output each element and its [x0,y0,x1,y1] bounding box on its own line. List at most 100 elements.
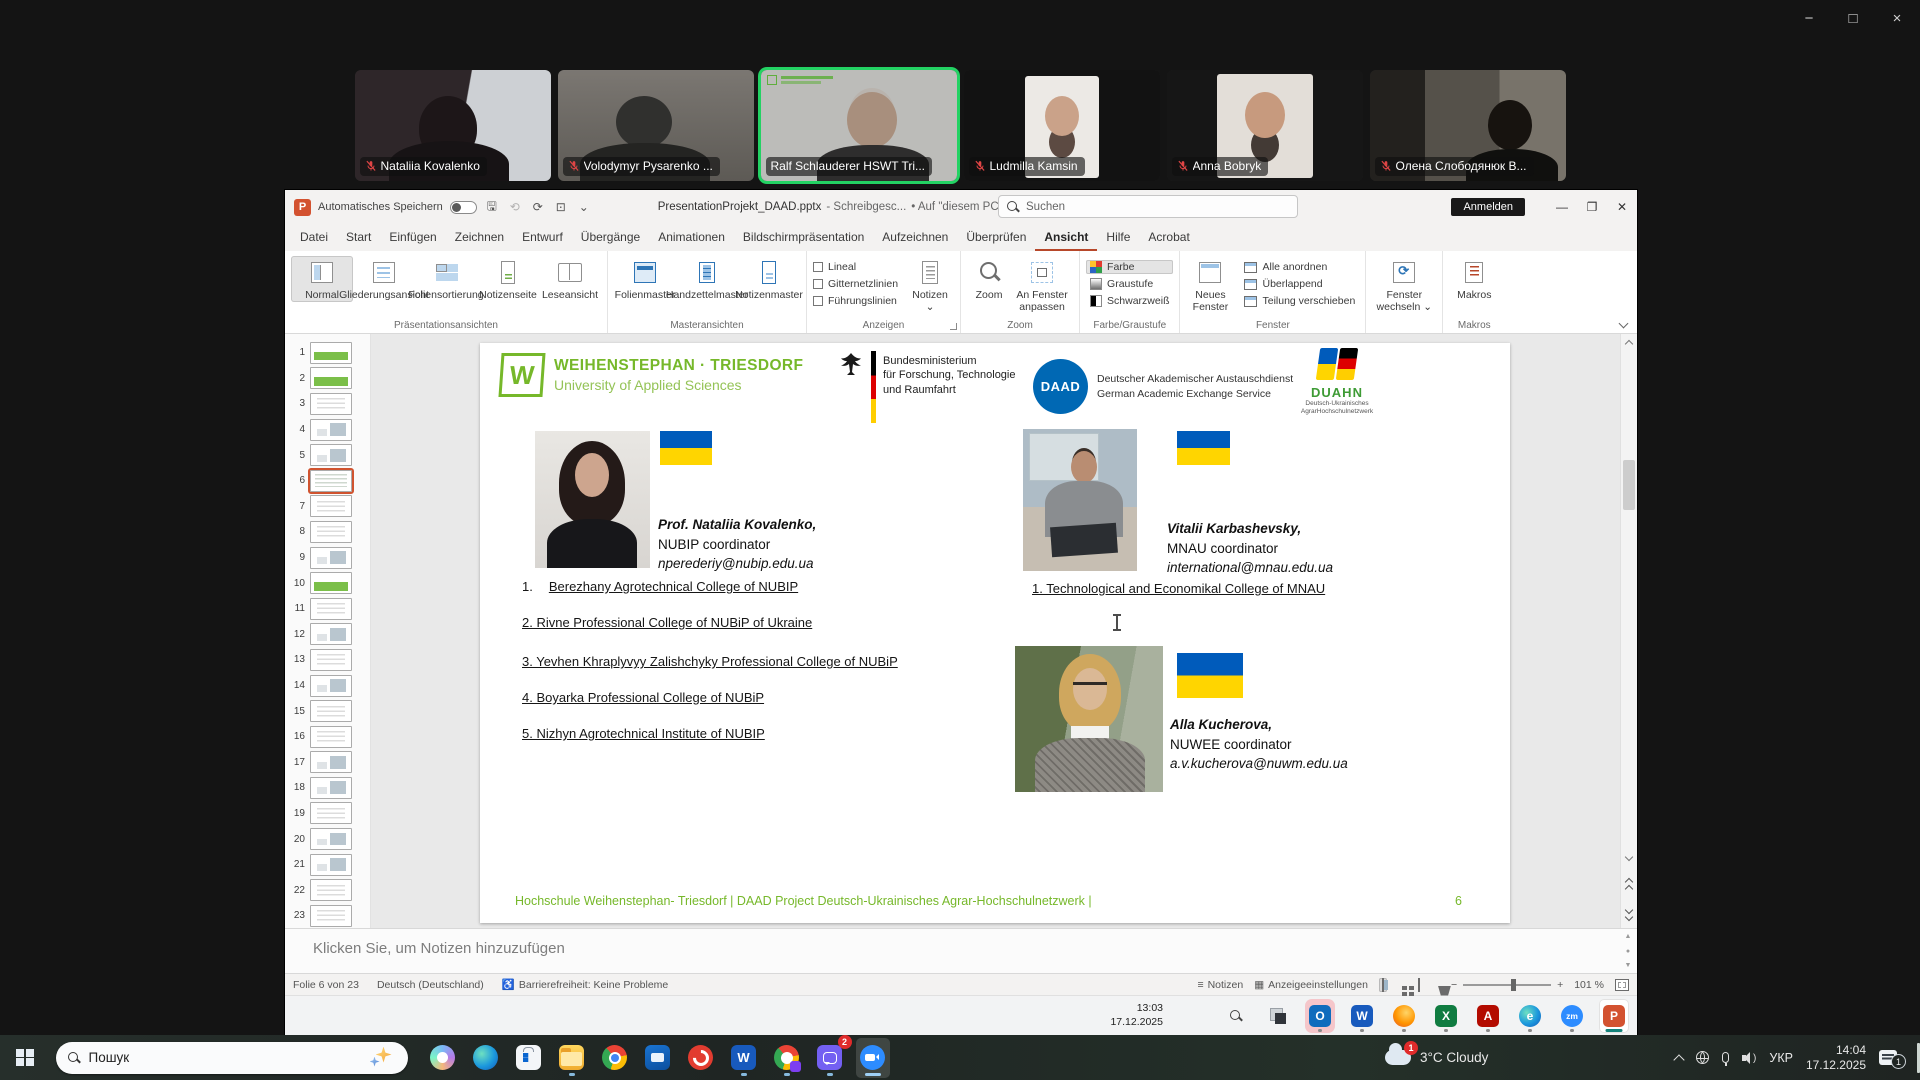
shared-taskbar-clock[interactable]: 13:03 17.12.2025 [1110,1002,1167,1029]
slide-thumbnail[interactable]: 4 [285,417,370,443]
new-window-button[interactable]: Neues Fenster [1186,256,1234,314]
previous-slide-button[interactable] [1621,872,1637,898]
ribbon-tab[interactable]: Datei [291,224,337,251]
zoom-in-icon[interactable]: + [1557,979,1563,991]
shared-taskbar-app-icon[interactable]: e [1515,999,1545,1033]
shared-taskbar-app-icon[interactable]: W [1347,999,1377,1033]
language-indicator[interactable]: УКР [1769,1051,1793,1065]
slide-thumbnail[interactable]: 16 [285,724,370,750]
coordinator-nuwee[interactable]: Alla Kucherova, NUWEE coordinator a.v.ku… [1170,715,1348,774]
ribbon-tab[interactable]: Hilfe [1097,224,1139,251]
ukraine-flag-icon[interactable] [1177,653,1243,698]
notes-button[interactable]: Notizen ⌄ [906,256,954,314]
slide-thumbnail[interactable]: 14 [285,673,370,699]
network-globe-icon[interactable] [1696,1051,1709,1064]
view-normal-button[interactable] [1379,978,1387,992]
shared-taskbar-app-icon[interactable]: O [1305,999,1335,1033]
slide-thumbnail[interactable]: 3 [285,391,370,417]
color-mode-button[interactable]: Schwarzweiß [1086,294,1173,308]
ribbon-tab[interactable]: Überprüfen [957,224,1035,251]
notes-placeholder[interactable]: Klicken Sie, um Notizen hinzuzufügen [313,940,565,957]
photo-vitalii-karbashevsky[interactable] [1023,429,1137,571]
close-icon[interactable]: × [1886,10,1908,27]
slide-thumbnail[interactable]: 7 [285,494,370,520]
zoom-slider[interactable] [1463,984,1551,986]
participant-tile[interactable]: Олена Слободянюк В... [1370,70,1566,181]
shared-taskbar-app-icon[interactable] [1389,999,1419,1033]
show-checkbox[interactable]: Führungslinien [813,295,898,307]
ribbon-view-button[interactable]: Foliensortierung [415,256,477,302]
redo-icon[interactable]: ⟳ [530,200,546,214]
next-slide-button[interactable] [1621,900,1637,926]
color-mode-button[interactable]: Graustufe [1086,277,1173,291]
taskbar-app-icon[interactable] [856,1038,890,1078]
slide-thumbnail[interactable]: 5 [285,442,370,468]
macros-button[interactable]: Makros [1449,256,1499,302]
maximize-icon[interactable]: □ [1842,10,1864,27]
participant-tile[interactable]: Ludmilla Kamsin [964,70,1160,181]
notes-scrollbar[interactable]: ▲●▼ [1623,933,1633,969]
language-button[interactable]: Deutsch (Deutschland) [377,979,484,991]
window-arrange-button[interactable]: Alle anordnen [1240,260,1359,274]
fit-slide-icon[interactable] [1615,979,1629,991]
scroll-down-icon[interactable] [1621,850,1637,866]
ribbon-tab[interactable]: Entwurf [513,224,572,251]
slide-footer[interactable]: Hochschule Weihenstephan- Triesdorf | DA… [515,894,1092,908]
ribbon-view-button[interactable]: Leseansicht [539,256,601,302]
taskbar-clock[interactable]: 14:04 17.12.2025 [1806,1043,1866,1073]
speaker-icon[interactable]: ) [1742,1052,1756,1064]
ribbon-tab[interactable]: Animationen [649,224,734,251]
taskbar-app-icon[interactable] [641,1038,675,1078]
ukraine-flag-icon[interactable] [660,431,712,465]
slide-thumbnail[interactable]: 13 [285,647,370,673]
fit-to-window-button[interactable]: An Fenster anpassen [1011,256,1073,314]
mnau-college-item[interactable]: 1. Technological and Economikal College … [1032,581,1325,596]
vertical-scrollbar[interactable] [1620,334,1637,928]
ribbon-collapse-icon[interactable] [1619,319,1629,329]
window-arrange-button[interactable]: Teilung verschieben [1240,294,1359,308]
minimize-icon[interactable]: − [1798,10,1820,27]
weather-widget[interactable]: 1 3°C Cloudy [1385,1035,1488,1080]
taskbar-app-icon[interactable] [512,1038,546,1078]
ribbon-tab[interactable]: Einfügen [380,224,445,251]
switch-window-button[interactable]: Fenster wechseln ⌄ [1372,256,1436,314]
microphone-icon[interactable] [1722,1052,1729,1063]
undo-icon[interactable]: ⟲ [507,200,523,214]
color-mode-button[interactable]: Farbe [1086,260,1173,274]
slide-thumbnail[interactable]: 6 [285,468,370,494]
view-reading-button[interactable] [1415,978,1423,992]
slide-thumbnail[interactable]: 9 [285,545,370,571]
participant-tile[interactable]: Ralf Schlauderer HSWT Tri... [761,70,957,181]
tray-overflow-chevron-icon[interactable] [1674,1054,1685,1065]
photo-nataliia-kovalenko[interactable] [535,431,650,568]
taskbar-app-icon[interactable] [598,1038,632,1078]
slide-thumbnail[interactable]: 11 [285,596,370,622]
view-sorter-button[interactable] [1398,984,1404,986]
signin-button[interactable]: Anmelden [1451,198,1525,216]
ppt-close-icon[interactable]: ✕ [1607,190,1637,224]
zoom-out-icon[interactable]: − [1451,979,1457,991]
taskbar-app-icon[interactable]: 2 [813,1038,847,1078]
shared-taskbar-app-icon[interactable] [1263,999,1293,1033]
participant-tile[interactable]: Volodymyr Pysarenko ... [558,70,754,181]
taskbar-app-icon[interactable] [684,1038,718,1078]
slide-thumbnail[interactable]: 2 [285,366,370,392]
slide[interactable]: W WEIHENSTEPHAN · TRIESDORF University o… [480,343,1510,923]
taskbar-app-icon[interactable] [426,1038,460,1078]
photo-alla-kucherova[interactable] [1015,646,1163,792]
slide-thumbnail[interactable]: 19 [285,801,370,827]
slide-thumbnail[interactable]: 17 [285,750,370,776]
ribbon-tab[interactable]: Acrobat [1139,224,1198,251]
slide-thumbnail[interactable]: 23 [285,903,370,928]
nubip-college-list[interactable]: 1.Berezhany Agrotechnical College of NUB… [522,579,898,762]
slide-thumbnail[interactable]: 15 [285,698,370,724]
notes-toggle-button[interactable]: ≡ Notizen [1197,979,1243,991]
ribbon-master-button[interactable]: Notizenmaster [738,256,800,302]
ribbon-tab[interactable]: Übergänge [572,224,649,251]
qat-customize-icon[interactable]: ⌄ [576,200,592,214]
taskbar-app-icon[interactable] [770,1038,804,1078]
window-arrange-button[interactable]: Überlappend [1240,277,1359,291]
shared-taskbar-app-icon[interactable] [1221,999,1251,1033]
ukraine-flag-icon[interactable] [1177,431,1230,465]
shared-taskbar-app-icon[interactable]: zm [1557,999,1587,1033]
